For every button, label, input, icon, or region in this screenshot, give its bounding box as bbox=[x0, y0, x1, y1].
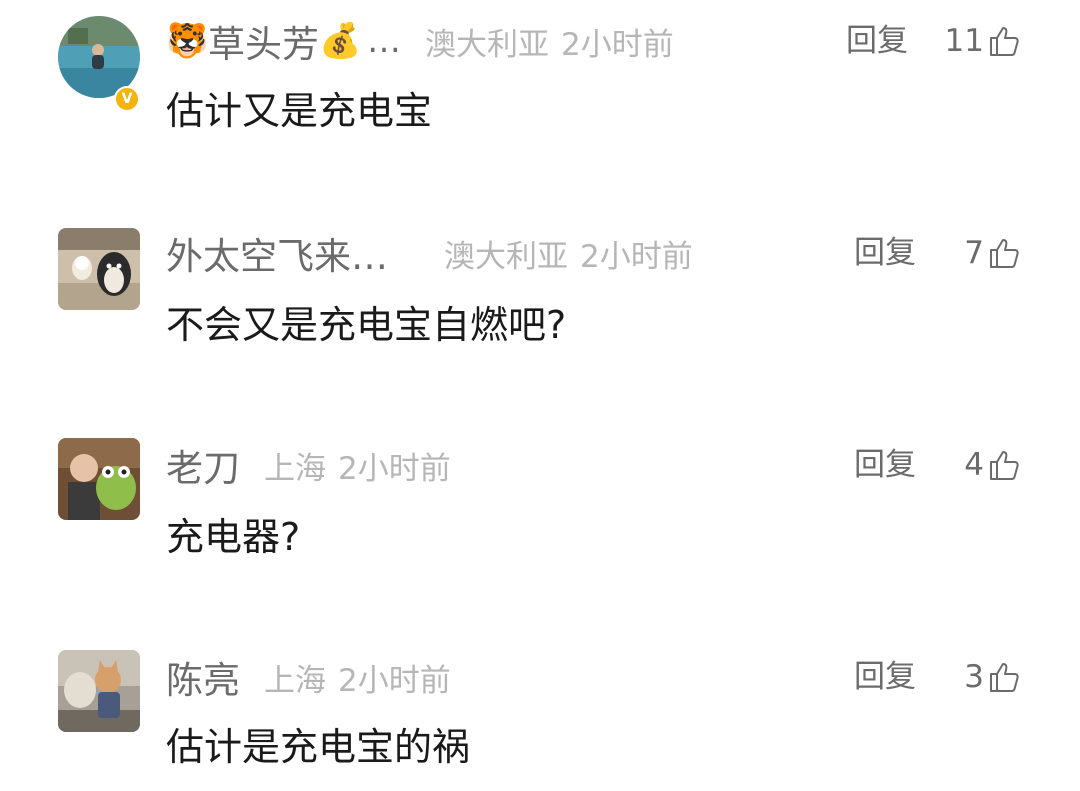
money-bag-emoji-icon: 💰 bbox=[319, 21, 362, 61]
old-man-frog-avatar-icon bbox=[58, 438, 140, 520]
username[interactable]: 外太空飞来… bbox=[166, 226, 388, 280]
location: 澳大利亚 bbox=[425, 26, 549, 63]
like-button[interactable]: 11 bbox=[945, 16, 1022, 66]
location: 上海 bbox=[264, 662, 326, 699]
avatar[interactable] bbox=[58, 650, 140, 732]
timestamp: 2小时前 bbox=[561, 26, 674, 63]
verified-badge-icon: V bbox=[114, 86, 140, 112]
comment-item: V 🐯 草头芳 💰 … 澳大利亚 2小时前 回复 11 估计又是充电宝 bbox=[0, 16, 1080, 196]
like-button[interactable]: 3 bbox=[964, 652, 1022, 702]
reply-button[interactable]: 回复 bbox=[854, 440, 916, 490]
like-count: 11 bbox=[944, 23, 984, 59]
comment-item: 陈亮 上海 2小时前 回复 3 估计是充电宝的祸 bbox=[0, 650, 1080, 791]
timestamp: 2小时前 bbox=[338, 450, 451, 487]
thumbs-up-icon bbox=[988, 660, 1022, 694]
thumbs-up-icon bbox=[988, 448, 1022, 482]
like-button[interactable]: 4 bbox=[964, 440, 1022, 490]
username[interactable]: 陈亮 bbox=[166, 650, 240, 704]
thumbs-up-icon bbox=[988, 24, 1022, 58]
like-count: 7 bbox=[964, 235, 984, 271]
comment-text: 估计是充电宝的祸 bbox=[166, 725, 471, 769]
username-ellipsis: … bbox=[367, 21, 401, 61]
comment-text: 充电器? bbox=[166, 515, 301, 559]
reply-button[interactable]: 回复 bbox=[846, 16, 908, 66]
comment-text: 不会又是充电宝自燃吧? bbox=[166, 303, 567, 347]
avatar[interactable] bbox=[58, 228, 140, 310]
thumbs-up-icon bbox=[988, 236, 1022, 270]
comment-item: 老刀 上海 2小时前 回复 4 充电器? bbox=[0, 438, 1080, 620]
reply-button[interactable]: 回复 bbox=[854, 228, 916, 278]
cat-traveler-avatar-icon bbox=[58, 650, 140, 732]
penguin-toy-avatar-icon bbox=[58, 228, 140, 310]
tiger-emoji-icon: 🐯 bbox=[166, 21, 209, 61]
timestamp: 2小时前 bbox=[580, 238, 693, 275]
comment-text: 估计又是充电宝 bbox=[166, 89, 433, 133]
comment-item: 外太空飞来… 澳大利亚 2小时前 回复 7 不会又是充电宝自燃吧? bbox=[0, 228, 1080, 408]
comment-meta: 外太空飞来… 澳大利亚 2小时前 bbox=[166, 228, 693, 278]
username[interactable]: 老刀 bbox=[166, 438, 240, 492]
comment-meta: 老刀 上海 2小时前 bbox=[166, 440, 451, 490]
reply-button[interactable]: 回复 bbox=[854, 652, 916, 702]
location: 上海 bbox=[264, 450, 326, 487]
like-count: 3 bbox=[964, 659, 984, 695]
timestamp: 2小时前 bbox=[338, 662, 451, 699]
comment-meta: 陈亮 上海 2小时前 bbox=[166, 652, 451, 702]
avatar[interactable] bbox=[58, 438, 140, 520]
like-count: 4 bbox=[964, 447, 984, 483]
username[interactable]: 草头芳 bbox=[208, 14, 319, 68]
comment-meta: 🐯 草头芳 💰 … 澳大利亚 2小时前 bbox=[166, 16, 674, 66]
like-button[interactable]: 7 bbox=[964, 228, 1022, 278]
location: 澳大利亚 bbox=[444, 238, 568, 275]
